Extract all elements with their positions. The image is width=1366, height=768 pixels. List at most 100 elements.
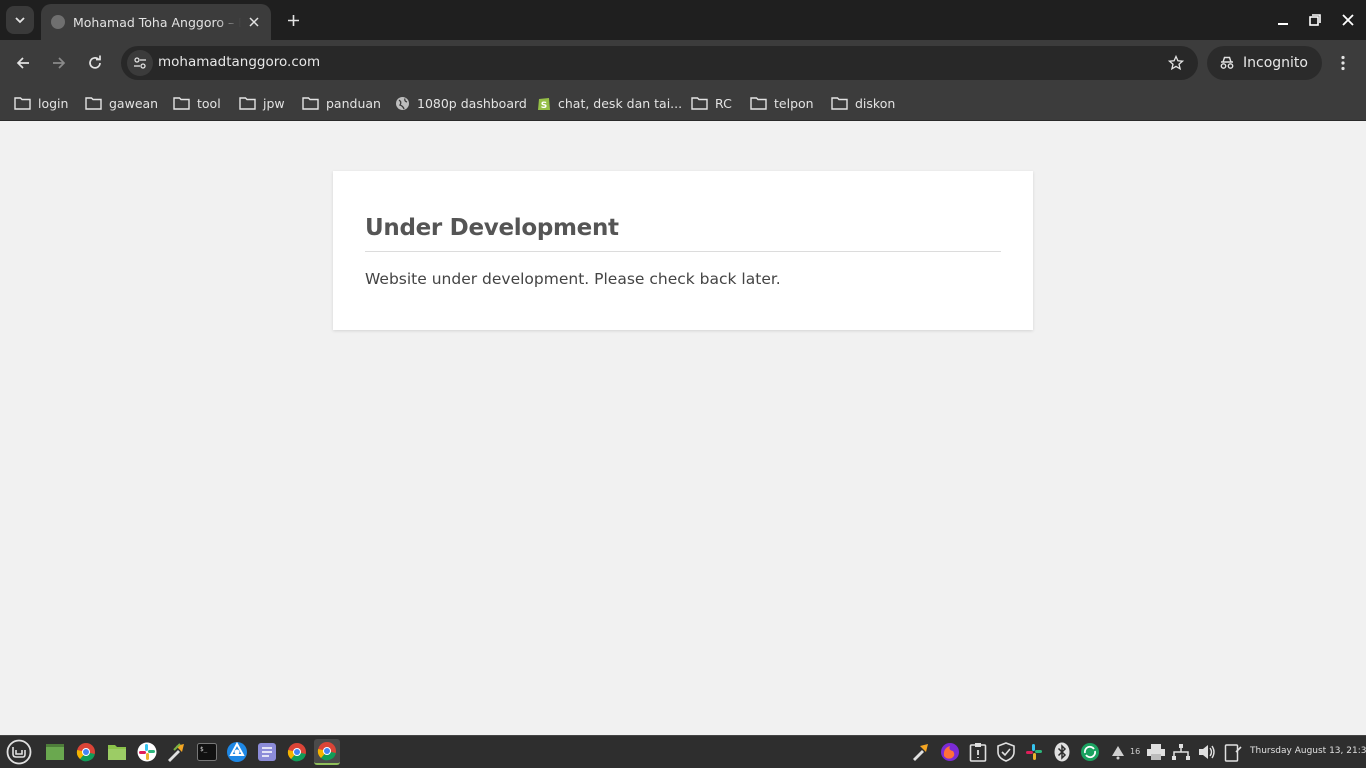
- close-icon: [249, 17, 259, 27]
- bookmark-item[interactable]: RC: [691, 91, 732, 115]
- url-text[interactable]: mohamadtanggoro.com: [158, 54, 320, 70]
- incognito-label: Incognito: [1243, 55, 1308, 71]
- site-info-button[interactable]: [127, 50, 153, 76]
- bookmark-star-button[interactable]: [1164, 51, 1188, 75]
- desktop-icon: [46, 744, 64, 760]
- taskbar-chrome[interactable]: [284, 739, 310, 765]
- tray-firefox[interactable]: [939, 741, 961, 763]
- tray-update[interactable]: [1079, 741, 1101, 763]
- taskbar-app[interactable]: [224, 739, 250, 765]
- reload-button[interactable]: [81, 49, 109, 77]
- tab-title: Mohamad Toha Anggoro – B: [73, 14, 241, 30]
- new-tab-button[interactable]: [281, 8, 305, 32]
- browser-toolbar: mohamadtanggoro.com Incognito: [0, 40, 1366, 86]
- restore-icon: [1309, 14, 1321, 26]
- bookmark-item[interactable]: 1080p dashboard: [395, 91, 527, 115]
- chrome-icon: [317, 742, 336, 761]
- notification-icon: [1112, 746, 1124, 760]
- tab-close-button[interactable]: [245, 13, 263, 31]
- folder-icon: [831, 97, 848, 110]
- bookmark-item[interactable]: gawean: [85, 91, 158, 115]
- web-page: Under Development Website under developm…: [0, 121, 1366, 735]
- taskbar-files[interactable]: [104, 739, 130, 765]
- postman-icon: [913, 744, 928, 761]
- slack-icon: [1026, 744, 1042, 760]
- browser-tab[interactable]: Mohamad Toha Anggoro – B: [41, 4, 271, 40]
- chrome-icon: [287, 743, 306, 762]
- bookmarks-bar: login gawean tool jpw panduan 1080p dash…: [0, 86, 1366, 121]
- globe-icon: [396, 96, 409, 110]
- printer-icon: [1147, 744, 1165, 760]
- folder-icon: [85, 97, 102, 110]
- bookmark-item[interactable]: jpw: [239, 91, 285, 115]
- show-desktop-button[interactable]: [42, 739, 68, 765]
- minimize-button[interactable]: [1271, 8, 1295, 32]
- network-icon: [1172, 744, 1190, 760]
- page-heading: Under Development: [365, 215, 1001, 252]
- taskbar-text-editor[interactable]: [254, 739, 280, 765]
- slack-icon: [137, 742, 157, 762]
- forward-button[interactable]: [45, 49, 73, 77]
- incognito-icon: [1220, 56, 1234, 69]
- back-button[interactable]: [9, 49, 37, 77]
- bluetooth-icon: [1054, 742, 1070, 762]
- tray-clipboard[interactable]: [967, 741, 989, 763]
- folder-icon: [239, 97, 256, 110]
- folder-icon: [14, 97, 31, 110]
- tray-bluetooth[interactable]: [1051, 741, 1073, 763]
- mint-menu-button[interactable]: [5, 738, 33, 766]
- reload-icon: [89, 55, 101, 69]
- close-icon: [1342, 14, 1354, 26]
- tray-network[interactable]: [1170, 741, 1192, 763]
- incognito-profile-button[interactable]: Incognito: [1207, 46, 1322, 80]
- clock[interactable]: Thursday August 13, 21:38: [1250, 746, 1366, 756]
- bookmark-item[interactable]: diskon: [831, 91, 895, 115]
- tray-postman[interactable]: [910, 741, 932, 763]
- taskbar-slack[interactable]: [134, 739, 160, 765]
- files-icon: [108, 745, 126, 760]
- postman-icon: [168, 743, 184, 762]
- content-card: Under Development Website under developm…: [333, 171, 1033, 330]
- folder-icon: [302, 97, 319, 110]
- taskbar-postman[interactable]: [164, 739, 190, 765]
- bookmark-item[interactable]: panduan: [302, 91, 381, 115]
- tab-strip: Mohamad Toha Anggoro – B: [0, 0, 1366, 40]
- tune-icon: [134, 57, 146, 69]
- tray-slack[interactable]: [1023, 741, 1045, 763]
- bookmark-label: diskon: [855, 95, 896, 111]
- bookmark-label: 1080p dashboard: [417, 95, 527, 111]
- globe-icon: [51, 15, 65, 29]
- clipboard-check-icon: [1224, 744, 1242, 762]
- tab-search-button[interactable]: [6, 6, 34, 34]
- restore-button[interactable]: [1303, 8, 1327, 32]
- tray-notifications[interactable]: [1107, 741, 1129, 763]
- taskbar-chrome[interactable]: [73, 739, 99, 765]
- taskbar-chrome-active[interactable]: [314, 739, 340, 765]
- tray-printer[interactable]: [1145, 741, 1167, 763]
- folder-icon: [173, 97, 190, 110]
- bookmark-item[interactable]: tool: [173, 91, 221, 115]
- volume-icon: [1199, 745, 1215, 759]
- bookmark-label: chat, desk dan tai...: [558, 95, 683, 111]
- bookmark-label: jpw: [263, 95, 285, 111]
- shield-icon: [997, 742, 1015, 762]
- taskbar-terminal[interactable]: $_: [194, 739, 220, 765]
- mint-menu-icon: [6, 739, 32, 765]
- bookmark-item[interactable]: S chat, desk dan tai...: [537, 91, 682, 115]
- chrome-icon: [76, 743, 95, 762]
- tray-clipboard-manager[interactable]: [1222, 741, 1244, 763]
- bookmark-item[interactable]: telpon: [750, 91, 814, 115]
- terminal-icon: $_: [197, 743, 217, 761]
- arrow-left-icon: [16, 57, 29, 69]
- address-bar[interactable]: mohamadtanggoro.com: [121, 46, 1198, 80]
- workspace-number[interactable]: 16: [1130, 747, 1140, 756]
- close-window-button[interactable]: [1336, 8, 1360, 32]
- tray-shield[interactable]: [995, 741, 1017, 763]
- browser-menu-button[interactable]: [1330, 49, 1356, 77]
- chevron-down-icon: [15, 17, 25, 24]
- app-icon: [227, 741, 247, 762]
- bookmark-label: RC: [715, 95, 732, 111]
- tray-volume[interactable]: [1196, 741, 1218, 763]
- bookmark-label: tool: [197, 95, 221, 111]
- bookmark-item[interactable]: login: [14, 91, 68, 115]
